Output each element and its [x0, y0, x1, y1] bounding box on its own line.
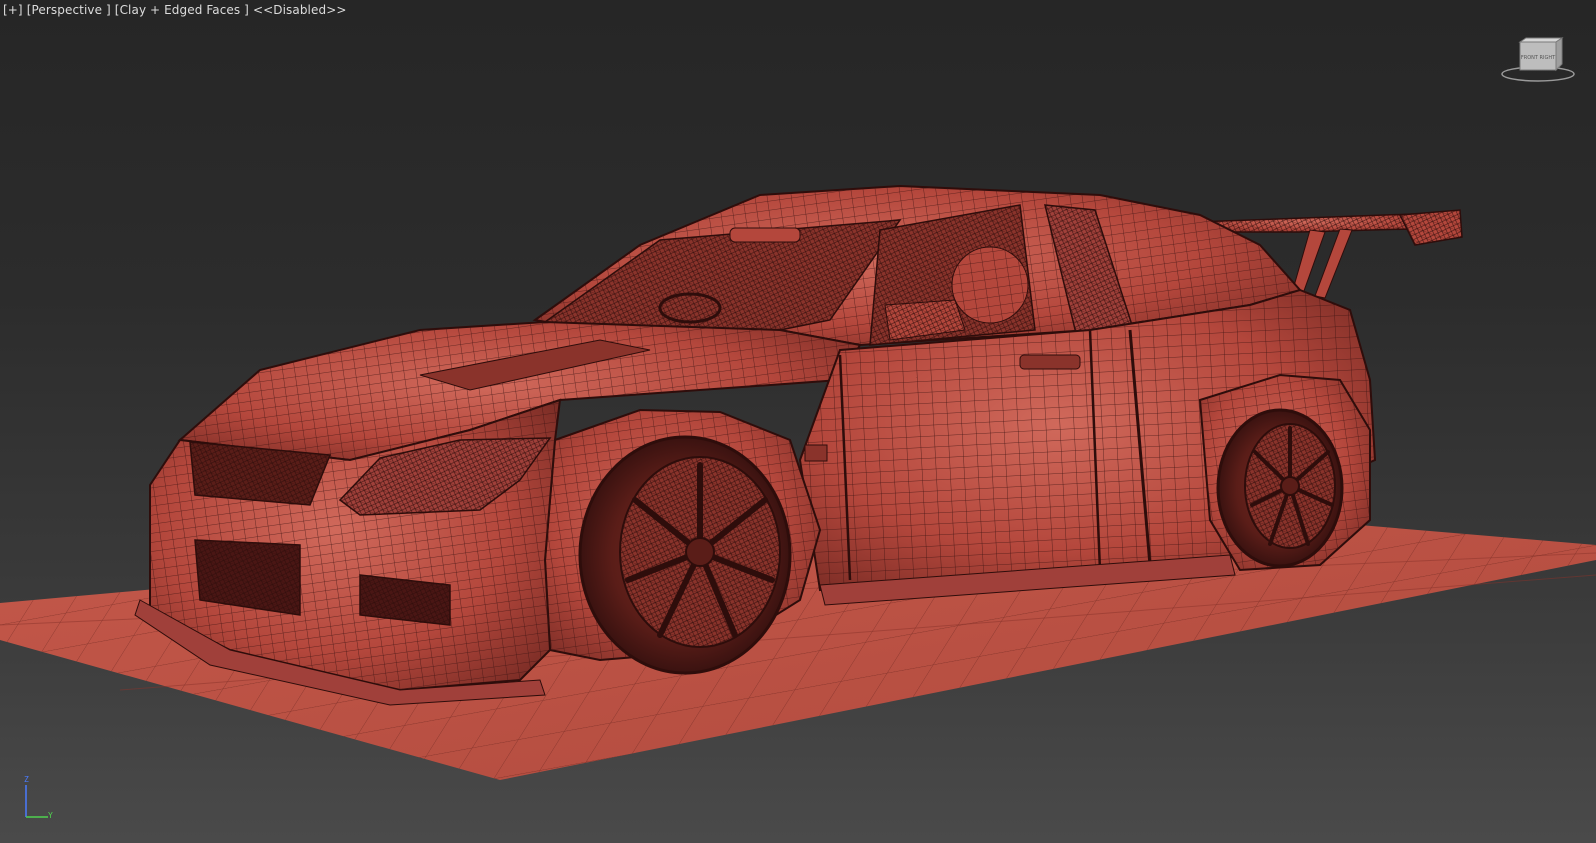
scene-canvas[interactable]	[0, 0, 1596, 843]
viewcube-icon[interactable]: FRONT RIGHT	[1498, 36, 1578, 86]
front-wheel[interactable]	[578, 435, 792, 675]
axis-tripod-icon: Z Y	[18, 775, 58, 825]
perspective-viewport[interactable]: [+] [Perspective ] [Clay + Edged Faces ]…	[0, 0, 1596, 843]
rear-wheel[interactable]	[1216, 408, 1344, 568]
viewcube-face-label: FRONT RIGHT	[1521, 55, 1556, 61]
axis-y-label: Y	[48, 811, 53, 820]
axis-z-label: Z	[24, 775, 29, 784]
